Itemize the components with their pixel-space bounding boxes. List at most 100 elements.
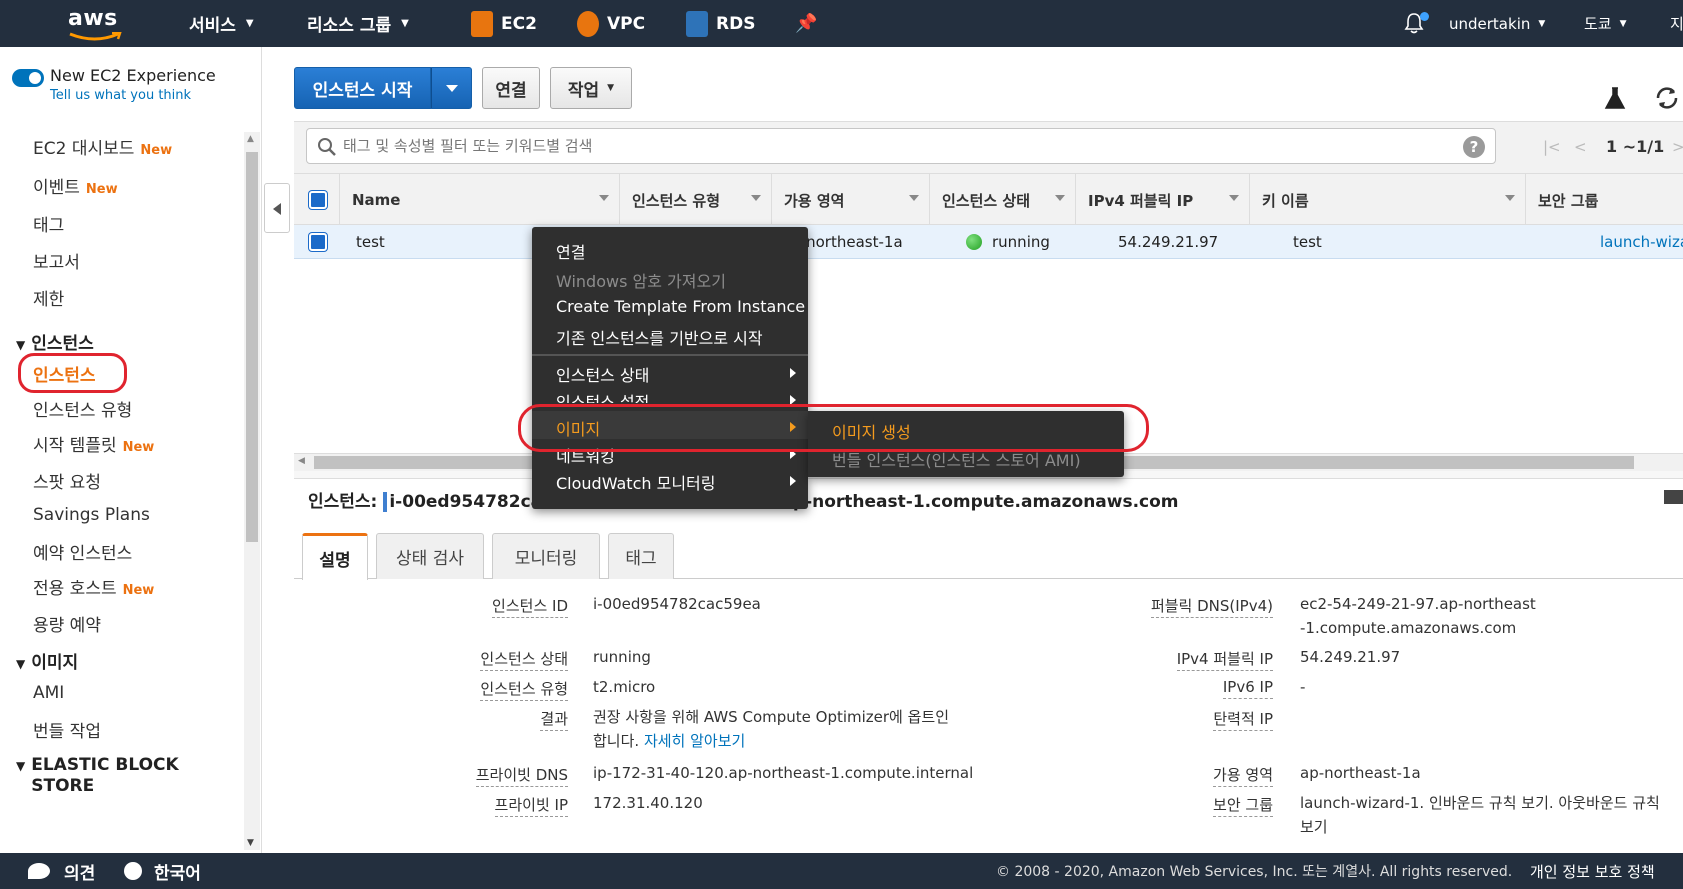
- shortcut-vpc[interactable]: VPC: [577, 0, 645, 47]
- connect-button[interactable]: 연결: [482, 67, 540, 109]
- sidebar-scrollbar[interactable]: ▲ ▼: [244, 132, 260, 850]
- sidebar-item-dedicated-hosts[interactable]: 전용 호스트 New: [33, 574, 154, 599]
- user-label: undertakin: [1449, 14, 1531, 33]
- sort-icon[interactable]: [751, 195, 761, 201]
- label-text: 퍼블릭 DNS(IPv4): [1150, 597, 1273, 618]
- panel-toggle-icon[interactable]: [1664, 490, 1683, 504]
- refresh-icon[interactable]: [1654, 86, 1680, 110]
- sidebar-item-reports[interactable]: 보고서: [33, 248, 80, 273]
- column-header-instance-type[interactable]: 인스턴스 유형: [620, 174, 772, 226]
- sidebar-item-reserved-instances[interactable]: 예약 인스턴스: [33, 539, 132, 564]
- scrollbar-thumb[interactable]: [246, 152, 258, 542]
- sidebar-item-tags[interactable]: 태그: [33, 211, 64, 236]
- column-header-name[interactable]: Name: [340, 174, 620, 226]
- tab-description[interactable]: 설명: [302, 533, 368, 580]
- table-row[interactable]: test ap-northeast-1a running 54.249.21.9…: [294, 225, 1683, 259]
- select-all-checkbox[interactable]: [309, 191, 327, 209]
- scroll-left-icon[interactable]: ◀: [298, 456, 305, 466]
- new-experience-toggle[interactable]: [12, 69, 44, 87]
- sort-icon[interactable]: [599, 195, 609, 201]
- sort-icon[interactable]: [909, 195, 919, 201]
- menu-item-launch-more-like-this[interactable]: 기존 인스턴스를 기반으로 시작: [556, 325, 763, 349]
- sidebar-item-ec2-dashboard[interactable]: EC2 대시보드 New: [33, 134, 172, 159]
- sidebar-item-savings-plans[interactable]: Savings Plans: [33, 505, 150, 525]
- sidebar-item-capacity-reservations[interactable]: 용량 예약: [33, 611, 101, 636]
- launch-dropdown-button[interactable]: [431, 67, 472, 109]
- tab-tags[interactable]: 태그: [608, 533, 674, 579]
- sidebar-item-ami[interactable]: AMI: [33, 683, 64, 703]
- sidebar-item-instance-types[interactable]: 인스턴스 유형: [33, 396, 132, 421]
- detail-value-security-group-link[interactable]: launch-wizard-1. 인바운드 규칙 보기. 아웃바운드 규칙 보기: [1300, 791, 1670, 839]
- detail-label-security-group: 보안 그룹: [1000, 794, 1273, 817]
- shortcut-vpc-label: VPC: [607, 13, 646, 34]
- column-header-key-name[interactable]: 키 이름: [1250, 174, 1526, 226]
- column-header-security-group[interactable]: 보안 그룹: [1526, 174, 1683, 226]
- connect-label: 연결: [495, 80, 527, 101]
- menu-item-instance-state[interactable]: 인스턴스 상태: [556, 362, 649, 386]
- sort-icon[interactable]: [1505, 195, 1515, 201]
- column-label: 인스턴스 유형: [632, 191, 721, 210]
- help-icon[interactable]: ?: [1463, 136, 1485, 158]
- feedback-link[interactable]: Tell us what you think: [50, 88, 191, 103]
- menu-item-instance-settings[interactable]: 인스턴스 설정: [556, 389, 649, 403]
- detail-label-availability-zone: 가용 영역: [1000, 764, 1273, 787]
- menu-item-connect[interactable]: 연결: [556, 239, 585, 263]
- actions-button[interactable]: 작업 ▼: [550, 67, 632, 109]
- aws-logo[interactable]: aws: [68, 6, 122, 41]
- search-input[interactable]: [343, 131, 1443, 161]
- sort-icon[interactable]: [1055, 195, 1065, 201]
- resource-groups-menu[interactable]: 리소스 그룹 ▼: [307, 0, 409, 47]
- tab-status-checks[interactable]: 상태 검사: [376, 533, 484, 579]
- sidebar-item-events[interactable]: 이벤트 New: [33, 173, 118, 198]
- scroll-down-icon[interactable]: ▼: [247, 838, 254, 848]
- running-status-icon: [966, 234, 982, 250]
- detail-value-result: 권장 사항을 위해 AWS Compute Optimizer에 옵트인합니다.…: [593, 705, 953, 753]
- launch-instance-button[interactable]: 인스턴스 시작: [294, 67, 431, 109]
- sidebar-item-spot-requests[interactable]: 스팟 요청: [33, 468, 101, 493]
- sidebar-item-launch-templates[interactable]: 시작 템플릿 New: [33, 431, 154, 456]
- new-badge: New: [140, 143, 173, 158]
- prev-page-icon[interactable]: <: [1574, 138, 1587, 156]
- user-menu[interactable]: undertakin ▼: [1449, 0, 1545, 47]
- column-header-availability-zone[interactable]: 가용 영역: [772, 174, 930, 226]
- services-label: 서비스: [189, 16, 236, 36]
- cell-security-group-link[interactable]: launch-wizard-1: [1600, 225, 1683, 259]
- column-header-instance-state[interactable]: 인스턴스 상태: [930, 174, 1076, 226]
- sort-icon[interactable]: [1229, 195, 1239, 201]
- region-menu[interactable]: 도쿄 ▼: [1584, 0, 1627, 47]
- sidebar-item-bundle-tasks[interactable]: 번들 작업: [33, 717, 101, 742]
- detail-value-instance-state: running: [593, 648, 651, 666]
- language-selector[interactable]: 한국어: [124, 853, 201, 889]
- shortcut-rds[interactable]: RDS: [686, 0, 755, 47]
- tab-monitoring[interactable]: 모니터링: [492, 533, 600, 579]
- row-checkbox[interactable]: [309, 233, 327, 251]
- support-menu[interactable]: 지: [1670, 0, 1683, 47]
- next-page-icon[interactable]: >: [1672, 138, 1683, 156]
- first-page-icon[interactable]: |<: [1543, 138, 1561, 156]
- sidebar-item-label: 전용 호스트: [33, 579, 117, 599]
- sidebar-section-instances[interactable]: ▼ 인스턴스: [16, 329, 94, 354]
- collapse-sidebar-button[interactable]: [264, 183, 290, 233]
- menu-item-create-template[interactable]: Create Template From Instance: [556, 297, 805, 316]
- shortcut-ec2[interactable]: EC2: [471, 0, 537, 47]
- chevron-down-icon: ▼: [1538, 18, 1546, 29]
- column-label: 인스턴스 상태: [942, 191, 1031, 210]
- column-label: 키 이름: [1262, 191, 1309, 210]
- triangle-down-icon: ▼: [16, 759, 26, 773]
- scroll-up-icon[interactable]: ▲: [247, 134, 254, 144]
- launch-instance-label: 인스턴스 시작: [312, 80, 413, 101]
- sidebar-item-limits[interactable]: 제한: [33, 285, 64, 310]
- search-box[interactable]: ?: [306, 128, 1496, 164]
- detail-label-private-ip: 프라이빗 IP: [300, 794, 568, 817]
- feedback-button[interactable]: 의견: [28, 853, 95, 889]
- column-header-ipv4[interactable]: IPv4 퍼블릭 IP: [1076, 174, 1250, 226]
- ec2-icon: [471, 10, 493, 37]
- pin-icon[interactable]: 📌: [795, 0, 817, 47]
- menu-item-cloudwatch[interactable]: CloudWatch 모니터링: [556, 470, 715, 494]
- sidebar-section-ebs[interactable]: ▼ ELASTIC BLOCK STORE: [16, 755, 201, 797]
- privacy-policy-link[interactable]: 개인 정보 보호 정책: [1530, 853, 1655, 889]
- sidebar-section-images[interactable]: ▼ 이미지: [16, 648, 78, 673]
- learn-more-link[interactable]: 자세히 알아보기: [644, 732, 745, 750]
- services-menu[interactable]: 서비스 ▼: [189, 0, 254, 47]
- flask-icon[interactable]: [1604, 86, 1626, 110]
